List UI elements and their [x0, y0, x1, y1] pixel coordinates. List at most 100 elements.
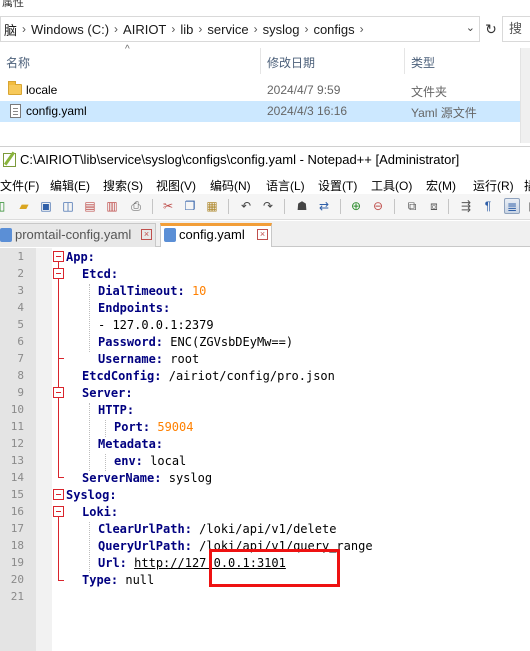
chevron-right-icon[interactable]: ›	[358, 22, 366, 36]
tab-label: promtail-config.yaml	[15, 227, 132, 242]
fold-minus-icon[interactable]	[53, 506, 64, 517]
code-line: Loki:	[82, 505, 118, 519]
save-all-icon[interactable]: ◫	[60, 198, 76, 214]
search-input[interactable]: 搜	[502, 16, 530, 42]
column-divider[interactable]	[404, 48, 405, 74]
chevron-right-icon[interactable]: ›	[302, 22, 310, 36]
code-line: EtcdConfig: /airiot/config/pro.json	[82, 369, 335, 383]
yaml-value: - 127.0.0.1:2379	[98, 318, 214, 332]
more-toolbar-icon[interactable]: ▤	[526, 198, 530, 214]
indent-guide	[89, 522, 90, 573]
chevron-right-icon[interactable]: ›	[169, 22, 177, 36]
tab-promtail-config[interactable]: promtail-config.yaml ×	[0, 223, 156, 247]
code-line: - 127.0.0.1:2379	[98, 318, 214, 332]
chevron-right-icon[interactable]: ›	[20, 22, 28, 36]
menu-macro[interactable]: 宏(M)	[426, 177, 456, 194]
close-icon[interactable]: ×	[141, 229, 152, 240]
print-icon[interactable]: ⎙	[128, 198, 144, 214]
file-row-config[interactable]: config.yaml 2024/4/3 16:16 Yaml 源文件	[0, 101, 530, 122]
line-number: 6	[17, 335, 24, 348]
yaml-key: Etcd:	[82, 267, 119, 281]
menu-run[interactable]: 运行(R)	[473, 177, 514, 194]
toolbar-separator	[228, 199, 229, 214]
menu-edit[interactable]: 编辑(E)	[50, 177, 90, 194]
cut-icon[interactable]: ✂	[160, 198, 176, 214]
yaml-number: 10	[191, 284, 207, 298]
replace-icon[interactable]: ⇄	[316, 198, 332, 214]
indent-guide-icon[interactable]: ≣	[504, 198, 520, 214]
chevron-right-icon[interactable]: ›	[112, 22, 120, 36]
yaml-number: 59004	[157, 420, 194, 434]
sync-vertical-icon[interactable]: ⧉	[404, 198, 420, 214]
file-tab-icon	[164, 228, 176, 242]
redo-icon[interactable]: ↷	[260, 198, 276, 214]
menu-view[interactable]: 视图(V)	[156, 177, 196, 194]
show-all-chars-icon[interactable]: ¶	[480, 198, 496, 214]
code-line: ClearUrlPath: /loki/api/v1/delete	[98, 522, 336, 536]
fold-line	[58, 517, 59, 581]
find-icon[interactable]: ☗	[294, 198, 310, 214]
column-divider[interactable]	[260, 48, 261, 74]
code-line: Username: root	[98, 352, 199, 366]
code-line: Metadata:	[98, 437, 163, 451]
refresh-button[interactable]: ↻	[482, 16, 500, 42]
close-file-icon[interactable]: ▤	[82, 198, 98, 214]
fold-minus-icon[interactable]	[53, 387, 64, 398]
file-icon	[10, 104, 21, 118]
open-file-icon[interactable]: ▰	[16, 198, 32, 214]
breadcrumb-item[interactable]: 脑	[1, 20, 20, 39]
explorer-scrollbar[interactable]	[520, 48, 530, 143]
menu-search[interactable]: 搜索(S)	[103, 177, 143, 194]
yaml-value: syslog	[168, 471, 213, 485]
column-name[interactable]: 名称	[6, 54, 30, 71]
menu-file[interactable]: 文件(F)	[0, 177, 39, 194]
breadcrumb-item[interactable]: AIRIOT	[120, 22, 169, 37]
fold-minus-icon[interactable]	[53, 251, 64, 262]
paste-icon[interactable]: ▦	[204, 198, 220, 214]
fold-minus-icon[interactable]	[53, 268, 64, 279]
file-row-locale[interactable]: locale 2024/4/7 9:59 文件夹	[0, 80, 530, 101]
new-file-icon[interactable]: ▯	[0, 198, 10, 214]
yaml-key: Endpoints:	[98, 301, 171, 315]
zoom-in-icon[interactable]: ⊕	[348, 198, 364, 214]
undo-icon[interactable]: ↶	[238, 198, 254, 214]
tab-label: config.yaml	[179, 227, 245, 242]
tab-config-yaml[interactable]: config.yaml ×	[160, 223, 272, 247]
breadcrumb-item[interactable]: service	[204, 22, 251, 37]
close-all-icon[interactable]: ▥	[104, 198, 120, 214]
breadcrumb-item[interactable]: configs	[310, 22, 357, 37]
code-editor[interactable]: 1 2 3 4 5 6 7 8 9 10 11 12 13 14 15 16 1…	[0, 248, 530, 651]
code-line: env: local	[114, 454, 186, 468]
menu-tools[interactable]: 工具(O)	[371, 177, 412, 194]
breadcrumb-item[interactable]: lib	[177, 22, 196, 37]
menu-plugins[interactable]: 插	[524, 177, 530, 194]
word-wrap-icon[interactable]: ⇶	[458, 198, 474, 214]
chevron-right-icon[interactable]: ›	[252, 22, 260, 36]
save-icon[interactable]: ▣	[38, 198, 54, 214]
line-number: 16	[10, 505, 24, 518]
menu-settings[interactable]: 设置(T)	[318, 177, 357, 194]
sync-horizontal-icon[interactable]: ⧈	[426, 198, 442, 214]
line-number: 20	[10, 573, 24, 586]
column-modified[interactable]: 修改日期	[267, 54, 315, 71]
fold-margin[interactable]	[36, 248, 52, 651]
copy-icon[interactable]: ❐	[182, 198, 198, 214]
breadcrumb-item[interactable]: Windows (C:)	[28, 22, 112, 37]
fold-minus-icon[interactable]	[53, 489, 64, 500]
menu-language[interactable]: 语言(L)	[266, 177, 305, 194]
line-number: 17	[10, 522, 24, 535]
chevron-right-icon[interactable]: ›	[196, 22, 204, 36]
zoom-out-icon[interactable]: ⊖	[370, 198, 386, 214]
indent-guide	[89, 284, 90, 352]
close-icon[interactable]: ×	[257, 229, 268, 240]
line-number: 14	[10, 471, 24, 484]
menu-encoding[interactable]: 编码(N)	[210, 177, 251, 194]
yaml-key: ClearUrlPath:	[98, 522, 192, 536]
chevron-down-icon[interactable]: ⌄	[466, 21, 475, 34]
breadcrumb-item[interactable]: syslog	[260, 22, 303, 37]
address-bar[interactable]: 脑 › Windows (C:) › AIRIOT › lib › servic…	[0, 16, 480, 42]
line-number: 12	[10, 437, 24, 450]
file-name: config.yaml	[26, 104, 87, 118]
column-type[interactable]: 类型	[411, 54, 435, 71]
fold-line	[58, 279, 59, 387]
